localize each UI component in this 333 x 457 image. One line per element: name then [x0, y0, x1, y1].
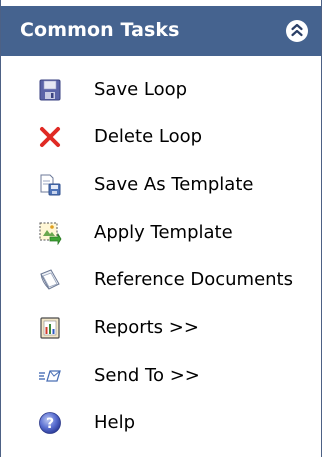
task-label: Save Loop: [94, 79, 188, 100]
task-label: Help: [94, 412, 136, 433]
task-delete-loop[interactable]: Delete Loop: [1, 117, 321, 157]
task-label: Send To >>: [94, 365, 200, 386]
panel-title: Common Tasks: [20, 19, 180, 41]
task-label: Save As Template: [94, 174, 254, 195]
apply-template-icon: [38, 221, 62, 245]
task-save-as-template[interactable]: Save As Template: [1, 165, 321, 205]
task-label: Delete Loop: [94, 126, 203, 147]
delete-x-icon: [38, 125, 62, 149]
common-tasks-panel: Common Tasks Save Loop Delete Loop Save …: [0, 0, 322, 457]
help-icon: ?: [38, 411, 62, 435]
save-as-template-icon: [38, 173, 62, 197]
task-reports[interactable]: Reports >>: [1, 308, 321, 348]
task-label: Reference Documents: [94, 269, 293, 290]
task-save-loop[interactable]: Save Loop: [1, 70, 321, 110]
task-help[interactable]: ? Help: [1, 403, 321, 443]
collapse-button[interactable]: [286, 20, 308, 42]
reference-documents-icon: [38, 268, 62, 292]
task-label: Apply Template: [94, 222, 233, 243]
panel-header[interactable]: Common Tasks: [1, 6, 321, 56]
task-send-to[interactable]: Send To >>: [1, 356, 321, 396]
task-reference-documents[interactable]: Reference Documents: [1, 260, 321, 300]
double-chevron-up-icon: [291, 23, 303, 37]
reports-icon: [38, 316, 62, 340]
save-floppy-icon: [38, 78, 62, 102]
task-apply-template[interactable]: Apply Template: [1, 213, 321, 253]
task-label: Reports >>: [94, 317, 199, 338]
svg-text:?: ?: [46, 416, 54, 432]
send-to-icon: [38, 364, 62, 388]
